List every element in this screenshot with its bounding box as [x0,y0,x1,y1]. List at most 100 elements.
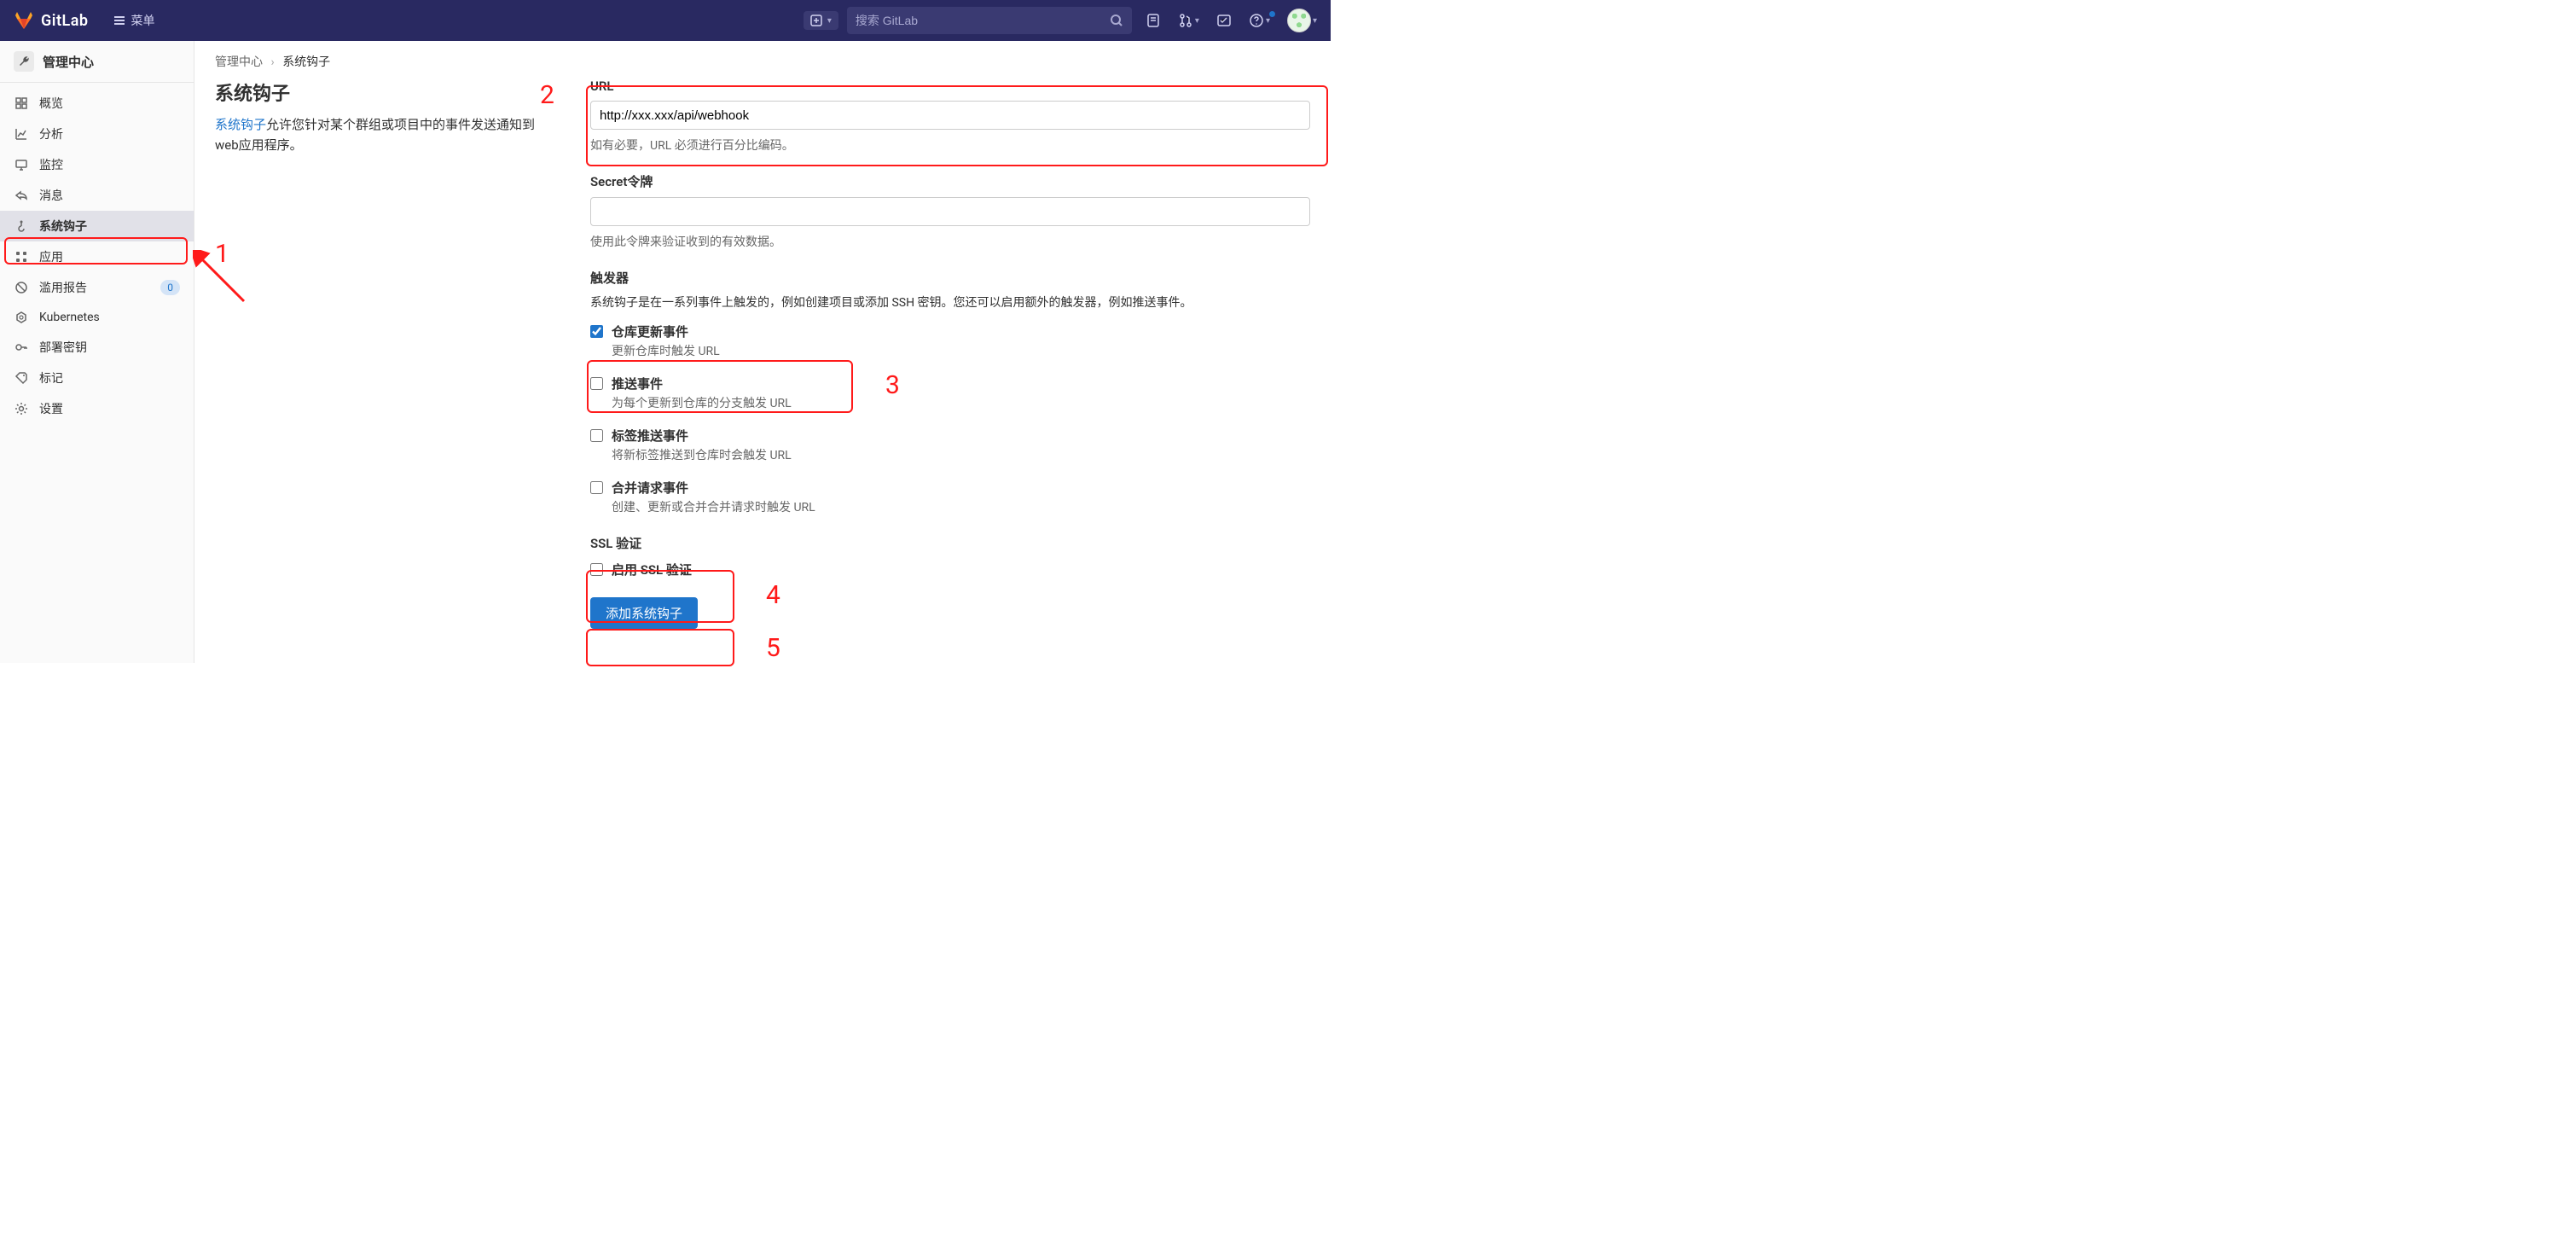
menu-label: 菜单 [131,12,155,29]
sidebar-item-analytics[interactable]: 分析 [0,119,194,149]
triggers-help: 系统钩子是在一系列事件上触发的，例如创建项目或添加 SSH 密钥。您还可以启用额… [590,294,1310,311]
sidebar-title: 管理中心 [43,53,94,71]
ssl-group: SSL 验证 启用 SSL 验证 [590,534,1310,578]
sidebar-item-hooks[interactable]: 系统钩子 [0,211,194,241]
sidebar-item-label: 标记 [39,369,63,387]
top-nav: GitLab 菜单 ▾ ▾ [0,0,1331,41]
chevron-down-icon: ▾ [827,16,832,26]
page-title: 系统钩子 [215,78,556,106]
ssl-checkbox[interactable] [590,563,603,576]
secret-group: Secret令牌 使用此令牌来验证收到的有效数据。 [590,172,1310,250]
apps-icon [14,249,29,264]
deploykeys-icon [14,340,29,355]
url-label: URL [590,78,1310,94]
ssl-checkbox-label: 启用 SSL 验证 [612,561,692,578]
trigger-checkbox-0[interactable] [590,325,603,338]
sidebar-item-messages[interactable]: 消息 [0,180,194,211]
breadcrumb-current: 系统钩子 [282,55,330,69]
sidebar-item-label: Kubernetes [39,311,100,324]
trigger-label: 合并请求事件 [612,479,815,497]
intro-text: 系统钩子允许您针对某个群组或项目中的事件发送通知到web应用程序。 [215,114,556,155]
trigger-checkbox-1[interactable] [590,377,603,390]
triggers-label: 触发器 [590,269,1310,287]
sidebar-item-deploykeys[interactable]: 部署密钥 [0,332,194,363]
url-group: URL 如有必要，URL 必须进行百分比编码。 [590,78,1310,154]
todos-icon[interactable] [1216,13,1232,28]
trigger-option-0: 仓库更新事件更新仓库时触发 URL [590,323,1310,359]
overview-icon [14,96,29,111]
global-search[interactable] [847,7,1132,34]
trigger-sublabel: 将新标签推送到仓库时会触发 URL [612,446,792,463]
search-input[interactable] [856,14,1110,27]
nav-icons: ▾ ▾ ▾ [1146,9,1317,32]
sidebar-item-label: 监控 [39,156,63,173]
monitor-icon [14,157,29,172]
ssl-label: SSL 验证 [590,534,1310,552]
analytics-icon [14,126,29,142]
sidebar-item-label: 消息 [39,187,63,204]
brand[interactable]: GitLab [14,10,89,31]
trigger-label: 仓库更新事件 [612,323,720,340]
labels-icon [14,370,29,386]
messages-icon [14,188,29,203]
trigger-option-1: 推送事件为每个更新到仓库的分支触发 URL [590,375,1310,411]
intro-panel: 系统钩子 系统钩子允许您针对某个群组或项目中的事件发送通知到web应用程序。 [215,78,556,629]
sidebar-item-label: 应用 [39,248,63,265]
wrench-icon [14,51,34,72]
avatar-icon [1287,9,1311,32]
sidebar-badge: 0 [160,280,180,295]
plus-icon [810,15,822,26]
hamburger-icon [113,14,126,27]
trigger-checkbox-3[interactable] [590,481,603,494]
help-icon[interactable]: ▾ [1249,13,1270,28]
sidebar-item-label: 系统钩子 [39,218,87,235]
main-content: 管理中心 › 系统钩子 系统钩子 系统钩子允许您针对某个群组或项目中的事件发送通… [194,41,1331,663]
sidebar-item-label: 滥用报告 [39,279,87,296]
trigger-sublabel: 更新仓库时触发 URL [612,342,720,359]
url-input[interactable] [590,101,1310,130]
settings-icon [14,401,29,416]
sidebar-item-overview[interactable]: 概览 [0,88,194,119]
breadcrumb-separator: › [270,55,274,69]
url-help: 如有必要，URL 必须进行百分比编码。 [590,137,1310,154]
hooks-icon [14,218,29,234]
submit-button[interactable]: 添加系统钩子 [590,597,698,629]
sidebar-header: 管理中心 [0,41,194,83]
admin-sidebar: 管理中心 概览分析监控消息系统钩子应用滥用报告 0 Kubernetes 部署密钥标记… [0,41,194,663]
intro-link[interactable]: 系统钩子 [215,117,266,132]
sidebar-item-label: 设置 [39,400,63,417]
search-icon [1110,14,1123,27]
system-hook-form: URL 如有必要，URL 必须进行百分比编码。 Secret令牌 使用此令牌来验… [590,78,1310,629]
trigger-label: 标签推送事件 [612,427,792,445]
trigger-option-2: 标签推送事件将新标签推送到仓库时会触发 URL [590,427,1310,463]
sidebar-item-labels[interactable]: 标记 [0,363,194,393]
secret-help: 使用此令牌来验证收到的有效数据。 [590,233,1310,250]
gitlab-logo-icon [14,10,34,31]
sidebar-item-kubernetes[interactable]: Kubernetes [0,303,194,332]
sidebar-item-monitor[interactable]: 监控 [0,149,194,180]
secret-input[interactable] [590,197,1310,226]
breadcrumb-root[interactable]: 管理中心 [215,55,263,69]
sidebar-item-label: 部署密钥 [39,339,87,356]
user-menu[interactable]: ▾ [1287,9,1317,32]
abuse-icon [14,280,29,295]
sidebar-item-settings[interactable]: 设置 [0,393,194,424]
trigger-sublabel: 创建、更新或合并合并请求时触发 URL [612,498,815,515]
trigger-sublabel: 为每个更新到仓库的分支触发 URL [612,394,792,411]
sidebar-item-abuse[interactable]: 滥用报告 0 [0,272,194,303]
trigger-label: 推送事件 [612,375,792,392]
sidebar-item-apps[interactable]: 应用 [0,241,194,272]
issues-icon[interactable] [1146,13,1161,28]
triggers-group: 触发器 系统钩子是在一系列事件上触发的，例如创建项目或添加 SSH 密钥。您还可… [590,269,1310,515]
kubernetes-icon [14,310,29,325]
sidebar-item-label: 分析 [39,125,63,142]
brand-text: GitLab [41,12,89,30]
create-new-button[interactable]: ▾ [804,11,838,30]
secret-label: Secret令牌 [590,172,1310,190]
trigger-option-3: 合并请求事件创建、更新或合并合并请求时触发 URL [590,479,1310,515]
breadcrumbs: 管理中心 › 系统钩子 [215,53,1310,70]
trigger-checkbox-2[interactable] [590,429,603,442]
menu-toggle[interactable]: 菜单 [113,12,155,29]
sidebar-item-label: 概览 [39,95,63,112]
merge-requests-icon[interactable]: ▾ [1178,13,1199,28]
